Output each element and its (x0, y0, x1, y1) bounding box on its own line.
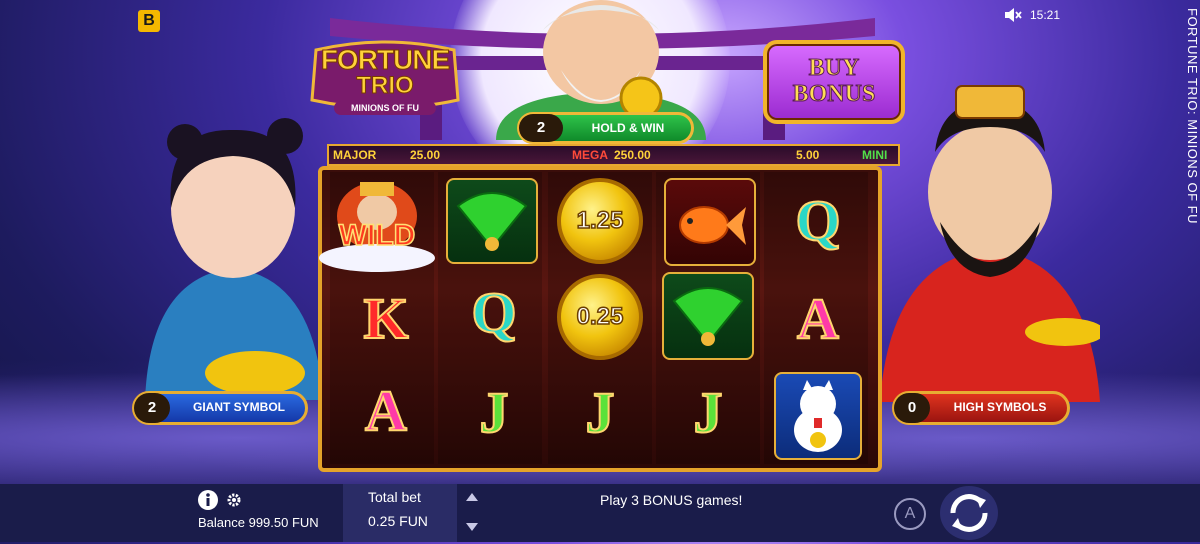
symbol-j: J (552, 370, 648, 456)
coin-symbol: 0.25 (557, 274, 643, 360)
gear-icon[interactable] (226, 492, 242, 508)
bet-decrease-arrow-icon[interactable] (465, 522, 479, 532)
symbol-a: A (338, 368, 434, 454)
wild-label: WILD (338, 218, 416, 253)
coin-value: 1.25 (557, 178, 643, 264)
symbol-j: J (660, 370, 756, 456)
logo-line-1: FORTUNE (320, 44, 450, 75)
high-symbols-label: HIGH SYMBOLS (953, 400, 1047, 414)
green-fan-icon (672, 287, 744, 346)
jackpot-mega-value: 250.00 (614, 148, 651, 162)
green-fan-icon (456, 192, 528, 251)
symbol-letter: J (585, 380, 616, 445)
symbol-letter: K (362, 286, 409, 351)
symbol-letter: Q (794, 188, 841, 253)
spin-button[interactable] (940, 486, 998, 540)
status-message: Play 3 BONUS games! (600, 492, 743, 508)
fan-symbol (446, 178, 538, 264)
hold-and-win-count: 2 (519, 114, 563, 142)
symbol-letter: J (479, 380, 510, 445)
jackpot-major-name: MAJOR (333, 148, 377, 162)
coin-value: 0.25 (557, 274, 643, 360)
symbol-letter: A (796, 286, 840, 351)
symbol-a: A (770, 276, 866, 362)
symbol-letter: Q (470, 280, 517, 345)
symbol-letter: J (693, 380, 724, 445)
symbol-j: J (446, 370, 542, 456)
high-symbols-count: 0 (894, 393, 930, 423)
jackpot-mini-name: MINI (862, 148, 888, 162)
lucky-cat-icon (794, 380, 842, 452)
warrior-character (880, 85, 1100, 402)
symbol-letter: A (364, 378, 408, 443)
symbol-q: Q (446, 270, 542, 356)
coin-symbol: 1.25 (557, 178, 643, 264)
info-icon[interactable] (197, 489, 219, 511)
bet-increase-arrow-icon[interactable] (465, 492, 479, 502)
hold-and-win-label: HOLD & WIN (591, 121, 665, 135)
symbol-q: Q (770, 178, 866, 264)
fan-symbol (662, 272, 754, 360)
logo-line-2: TRIO (356, 72, 414, 99)
spin-icon (950, 494, 988, 532)
girl-character (145, 118, 323, 400)
total-bet-label: Total bet (368, 489, 421, 505)
symbol-k: K (338, 276, 434, 362)
giant-symbol-count: 2 (134, 393, 170, 423)
total-bet-value: 0.25 FUN (368, 513, 428, 529)
game-title-vertical: FORTUNE TRIO: MINIONS OF FU (1185, 8, 1200, 224)
jackpot-mini-value: 5.00 (796, 148, 820, 162)
koi-fish-symbol (664, 178, 756, 266)
lucky-cat-symbol (774, 372, 862, 460)
logo-subtitle: MINIONS OF FU (334, 101, 436, 115)
speaker-muted-icon[interactable] (1004, 8, 1022, 22)
balance-display: Balance 999.50 FUN (198, 515, 319, 530)
jackpot-major-value: 25.00 (410, 148, 441, 162)
koi-fish-icon (679, 206, 746, 245)
wild-symbol: WILD (316, 176, 438, 272)
brand-logo-icon: B (138, 10, 160, 32)
clock-time: 15:21 (1030, 8, 1061, 22)
giant-symbol-label: GIANT SYMBOL (193, 400, 285, 414)
jackpot-mega-name: MEGA (572, 148, 608, 162)
autoplay-button[interactable]: A (894, 498, 926, 530)
